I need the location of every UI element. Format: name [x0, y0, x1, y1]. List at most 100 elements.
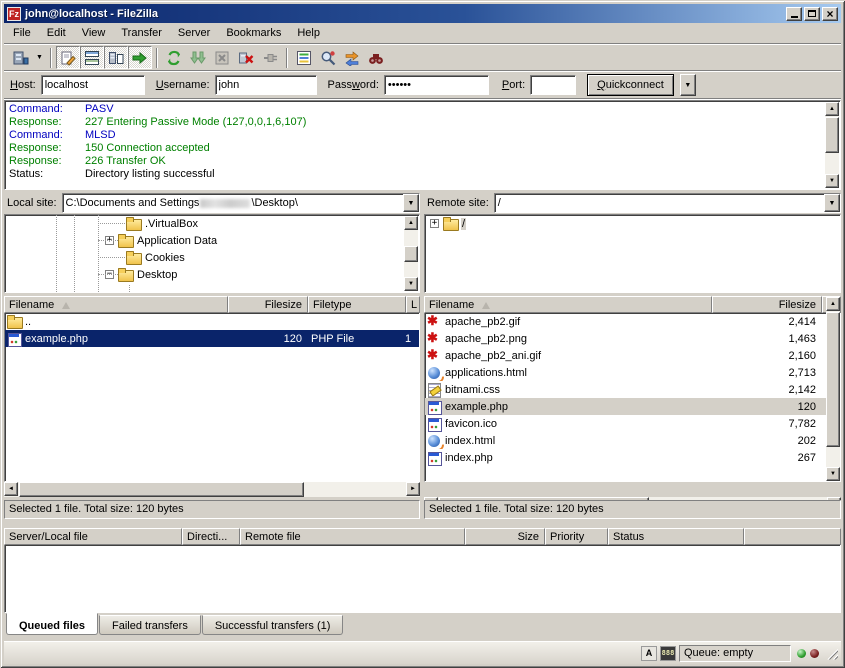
scroll-up-button[interactable]: ▲ [825, 102, 839, 116]
scroll-thumb[interactable] [19, 482, 304, 497]
local-site-combobox[interactable]: C:\Documents and Settings\Desktop\ ▼ [62, 193, 420, 213]
host-input[interactable] [41, 75, 145, 95]
quickconnect-dropdown-button[interactable]: ▼ [680, 74, 696, 96]
file-row[interactable]: bitnami.css 2,142 [425, 381, 840, 398]
quickconnect-button[interactable]: Quickconnect [587, 74, 674, 96]
local-tree-scrollbar[interactable]: ▲ ▼ [404, 216, 418, 291]
scroll-up-button[interactable]: ▲ [404, 216, 418, 230]
tree-item[interactable]: + / [425, 215, 840, 232]
tree-item[interactable]: − Desktop [5, 266, 419, 283]
menu-file[interactable]: File [5, 24, 39, 42]
scroll-thumb[interactable] [825, 117, 839, 153]
log-line: Response:226 Transfer OK [9, 155, 840, 168]
speed-limit-indicator-icon[interactable]: 888 [660, 646, 676, 661]
resize-grip[interactable] [825, 647, 838, 660]
process-queue-button[interactable] [186, 46, 210, 69]
site-manager-button[interactable] [9, 46, 33, 69]
column-header-priority[interactable]: Priority [545, 528, 608, 545]
find-files-button[interactable] [364, 46, 388, 69]
username-input[interactable] [215, 75, 317, 95]
local-site-dropdown-button[interactable]: ▼ [403, 194, 419, 212]
file-row[interactable]: favicon.ico 7,782 [425, 415, 840, 432]
tree-item[interactable]: Cookies [5, 249, 419, 266]
local-hscrollbar[interactable]: ◄ ► [4, 482, 420, 497]
menu-bar: File Edit View Transfer Server Bookmarks… [4, 23, 841, 43]
message-log[interactable]: Command:PASV Response:227 Entering Passi… [4, 100, 841, 190]
tab-queued-files[interactable]: Queued files [6, 613, 98, 635]
menu-server[interactable]: Server [170, 24, 218, 42]
menu-help[interactable]: Help [289, 24, 328, 42]
remote-site-dropdown-button[interactable]: ▼ [824, 194, 840, 212]
remote-tree[interactable]: + / [424, 214, 841, 293]
column-header-filesize[interactable]: Filesize [712, 296, 822, 313]
menu-transfer[interactable]: Transfer [113, 24, 170, 42]
menu-view[interactable]: View [74, 24, 114, 42]
column-header-remote-file[interactable]: Remote file [240, 528, 465, 545]
column-header-status[interactable]: Status [608, 528, 744, 545]
column-header-server-local-file[interactable]: Server/Local file [4, 528, 182, 545]
folder-icon [7, 315, 22, 329]
queue-body[interactable] [4, 545, 841, 613]
local-file-list[interactable]: .. example.php 120 PHP File 1 [4, 313, 420, 482]
remote-list-vscrollbar[interactable]: ▲ ▼ [826, 297, 840, 481]
scroll-down-button[interactable]: ▼ [825, 174, 839, 188]
file-row[interactable]: .. [5, 313, 419, 330]
column-header-filename[interactable]: Filename [4, 296, 228, 313]
file-row[interactable]: index.php 267 [425, 449, 840, 466]
disconnect-button[interactable] [234, 46, 258, 69]
file-row[interactable]: index.html 202 [425, 432, 840, 449]
message-log-icon [60, 50, 76, 66]
port-input[interactable] [530, 75, 576, 95]
tree-guide-line [129, 285, 130, 293]
local-tree[interactable]: .VirtualBox + Application Data Cookies −… [4, 214, 420, 293]
column-header-direction[interactable]: Directi... [182, 528, 240, 545]
menu-edit[interactable]: Edit [39, 24, 74, 42]
title-bar[interactable]: Fz john@localhost - FileZilla × [4, 4, 841, 23]
toggle-local-tree-button[interactable] [80, 46, 104, 69]
column-header-modified[interactable]: L [406, 296, 420, 313]
scroll-down-button[interactable]: ▼ [404, 277, 418, 291]
maximize-button[interactable] [804, 7, 820, 21]
site-manager-dropdown-button[interactable]: ▼ [33, 46, 46, 69]
reconnect-button[interactable] [258, 46, 282, 69]
scroll-up-button[interactable]: ▲ [826, 297, 840, 311]
remote-site-combobox[interactable]: / ▼ [494, 193, 841, 213]
column-header-filesize[interactable]: Filesize [228, 296, 308, 313]
minimize-button[interactable] [786, 7, 802, 21]
tree-item[interactable]: + Application Data [5, 232, 419, 249]
tree-item[interactable]: .VirtualBox [5, 215, 419, 232]
log-scrollbar[interactable]: ▲ ▼ [825, 102, 839, 188]
file-row-selected[interactable]: example.php 120 PHP File 1 [5, 330, 419, 347]
scroll-down-button[interactable]: ▼ [826, 467, 840, 481]
expand-plus-icon[interactable]: + [430, 219, 439, 228]
refresh-button[interactable] [162, 46, 186, 69]
cancel-operation-button[interactable] [210, 46, 234, 69]
menu-bookmarks[interactable]: Bookmarks [218, 24, 289, 42]
data-type-indicator-icon[interactable]: A [641, 646, 657, 661]
tab-failed-transfers[interactable]: Failed transfers [99, 615, 201, 635]
remote-file-list[interactable]: apache_pb2.gif 2,414 apache_pb2.png 1,46… [424, 313, 841, 482]
file-row[interactable]: apache_pb2_ani.gif 2,160 [425, 347, 840, 364]
tab-successful-transfers[interactable]: Successful transfers (1) [202, 615, 344, 635]
column-header-filename[interactable]: Filename [424, 296, 712, 313]
scroll-thumb[interactable] [826, 312, 840, 447]
directory-filters-button[interactable] [292, 46, 316, 69]
column-header-filetype[interactable]: Filetype [308, 296, 406, 313]
file-row[interactable]: apache_pb2.gif 2,414 [425, 313, 840, 330]
scroll-left-button[interactable]: ◄ [4, 482, 18, 496]
file-row[interactable]: applications.html 2,713 [425, 364, 840, 381]
file-row[interactable]: apache_pb2.png 1,463 [425, 330, 840, 347]
toggle-transfer-queue-button[interactable] [128, 46, 152, 69]
scroll-right-button[interactable]: ► [406, 482, 420, 496]
password-input[interactable] [384, 75, 489, 95]
toggle-remote-tree-button[interactable] [104, 46, 128, 69]
column-header-size[interactable]: Size [465, 528, 545, 545]
redacted-username [200, 199, 250, 208]
toggle-message-log-button[interactable] [56, 46, 80, 69]
scroll-thumb[interactable] [404, 246, 418, 262]
file-row-selected[interactable]: example.php 120 [425, 398, 840, 415]
html-file-icon [427, 366, 442, 380]
close-button[interactable]: × [822, 7, 838, 21]
synchronized-browsing-button[interactable] [340, 46, 364, 69]
directory-comparison-button[interactable] [316, 46, 340, 69]
